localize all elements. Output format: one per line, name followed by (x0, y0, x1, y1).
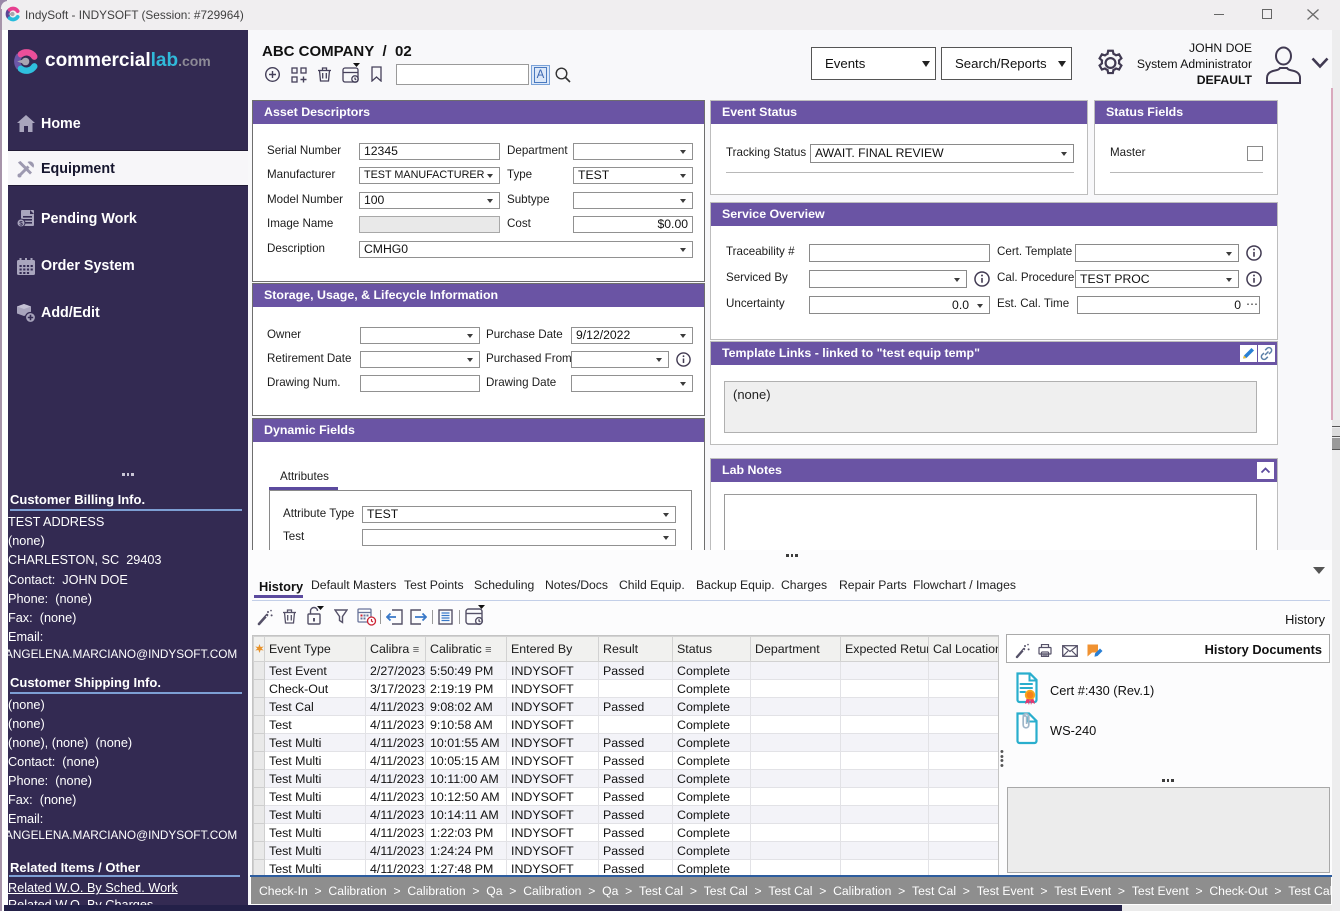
svg-text:$: $ (19, 221, 23, 228)
